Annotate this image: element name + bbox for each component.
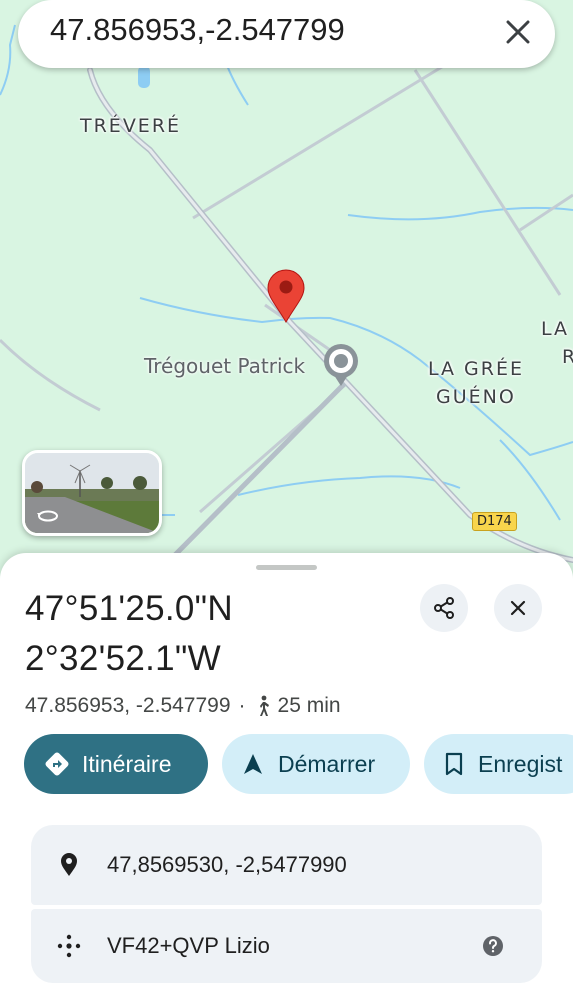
walking-icon (259, 695, 269, 716)
coordinates-row[interactable]: 47,8569530, -2,5477990 (31, 825, 542, 905)
coordinates-text: 47,8569530, -2,5477990 (107, 852, 347, 877)
plus-code-text: VF42+QVP Lizio (107, 933, 270, 958)
separator: · (238, 694, 246, 717)
road-shield: D174 (472, 512, 517, 531)
poi-label[interactable]: Trégouet Patrick (144, 354, 305, 378)
walk-time: 25 min (277, 694, 341, 717)
search-query[interactable]: 47.856953,-2.547799 (50, 12, 345, 48)
close-sheet-button[interactable] (494, 584, 542, 632)
close-icon[interactable] (503, 17, 533, 47)
help-icon[interactable] (482, 935, 504, 957)
close-icon (510, 600, 526, 616)
search-bar[interactable]: 47.856953,-2.547799 (18, 0, 555, 68)
plus-code-icon (57, 934, 81, 958)
title-latitude: 47°51'25.0"N (25, 589, 233, 628)
share-icon (434, 597, 454, 619)
navigation-arrow-icon (244, 754, 262, 774)
rotate-360-icon (37, 509, 59, 528)
directions-icon (45, 752, 69, 776)
map-label-village: TRÉVERÉ (80, 115, 182, 137)
coords-text: 47.856953, -2.547799 (25, 694, 231, 717)
street-view-thumbnail[interactable] (22, 450, 162, 536)
map-label-gueno: GUÉNO (436, 386, 516, 408)
place-sheet[interactable]: 47°51'25.0"N 2°32'52.1"W 47.856953, -2.5… (0, 553, 573, 1000)
coords-row: 47.856953, -2.547799 · 25 min (25, 694, 341, 718)
bookmark-icon (445, 752, 463, 776)
drag-handle[interactable] (256, 565, 317, 570)
start-label: Démarrer (278, 750, 376, 777)
save-button[interactable]: Enregist (424, 734, 573, 794)
map-label-edge-1: LA (541, 318, 570, 340)
plus-code-row[interactable]: VF42+QVP Lizio (31, 909, 542, 983)
save-label: Enregist (478, 750, 563, 777)
map-pond (138, 66, 150, 88)
directions-button[interactable]: Itinéraire (24, 734, 208, 794)
location-pin-icon (61, 853, 77, 876)
title-longitude: 2°32'52.1"W (25, 639, 221, 678)
map-label-edge-2: R (562, 346, 573, 368)
map-label-gree: LA GRÉE (428, 358, 524, 380)
share-button[interactable] (420, 584, 468, 632)
directions-label: Itinéraire (82, 750, 172, 777)
start-button[interactable]: Démarrer (222, 734, 410, 794)
